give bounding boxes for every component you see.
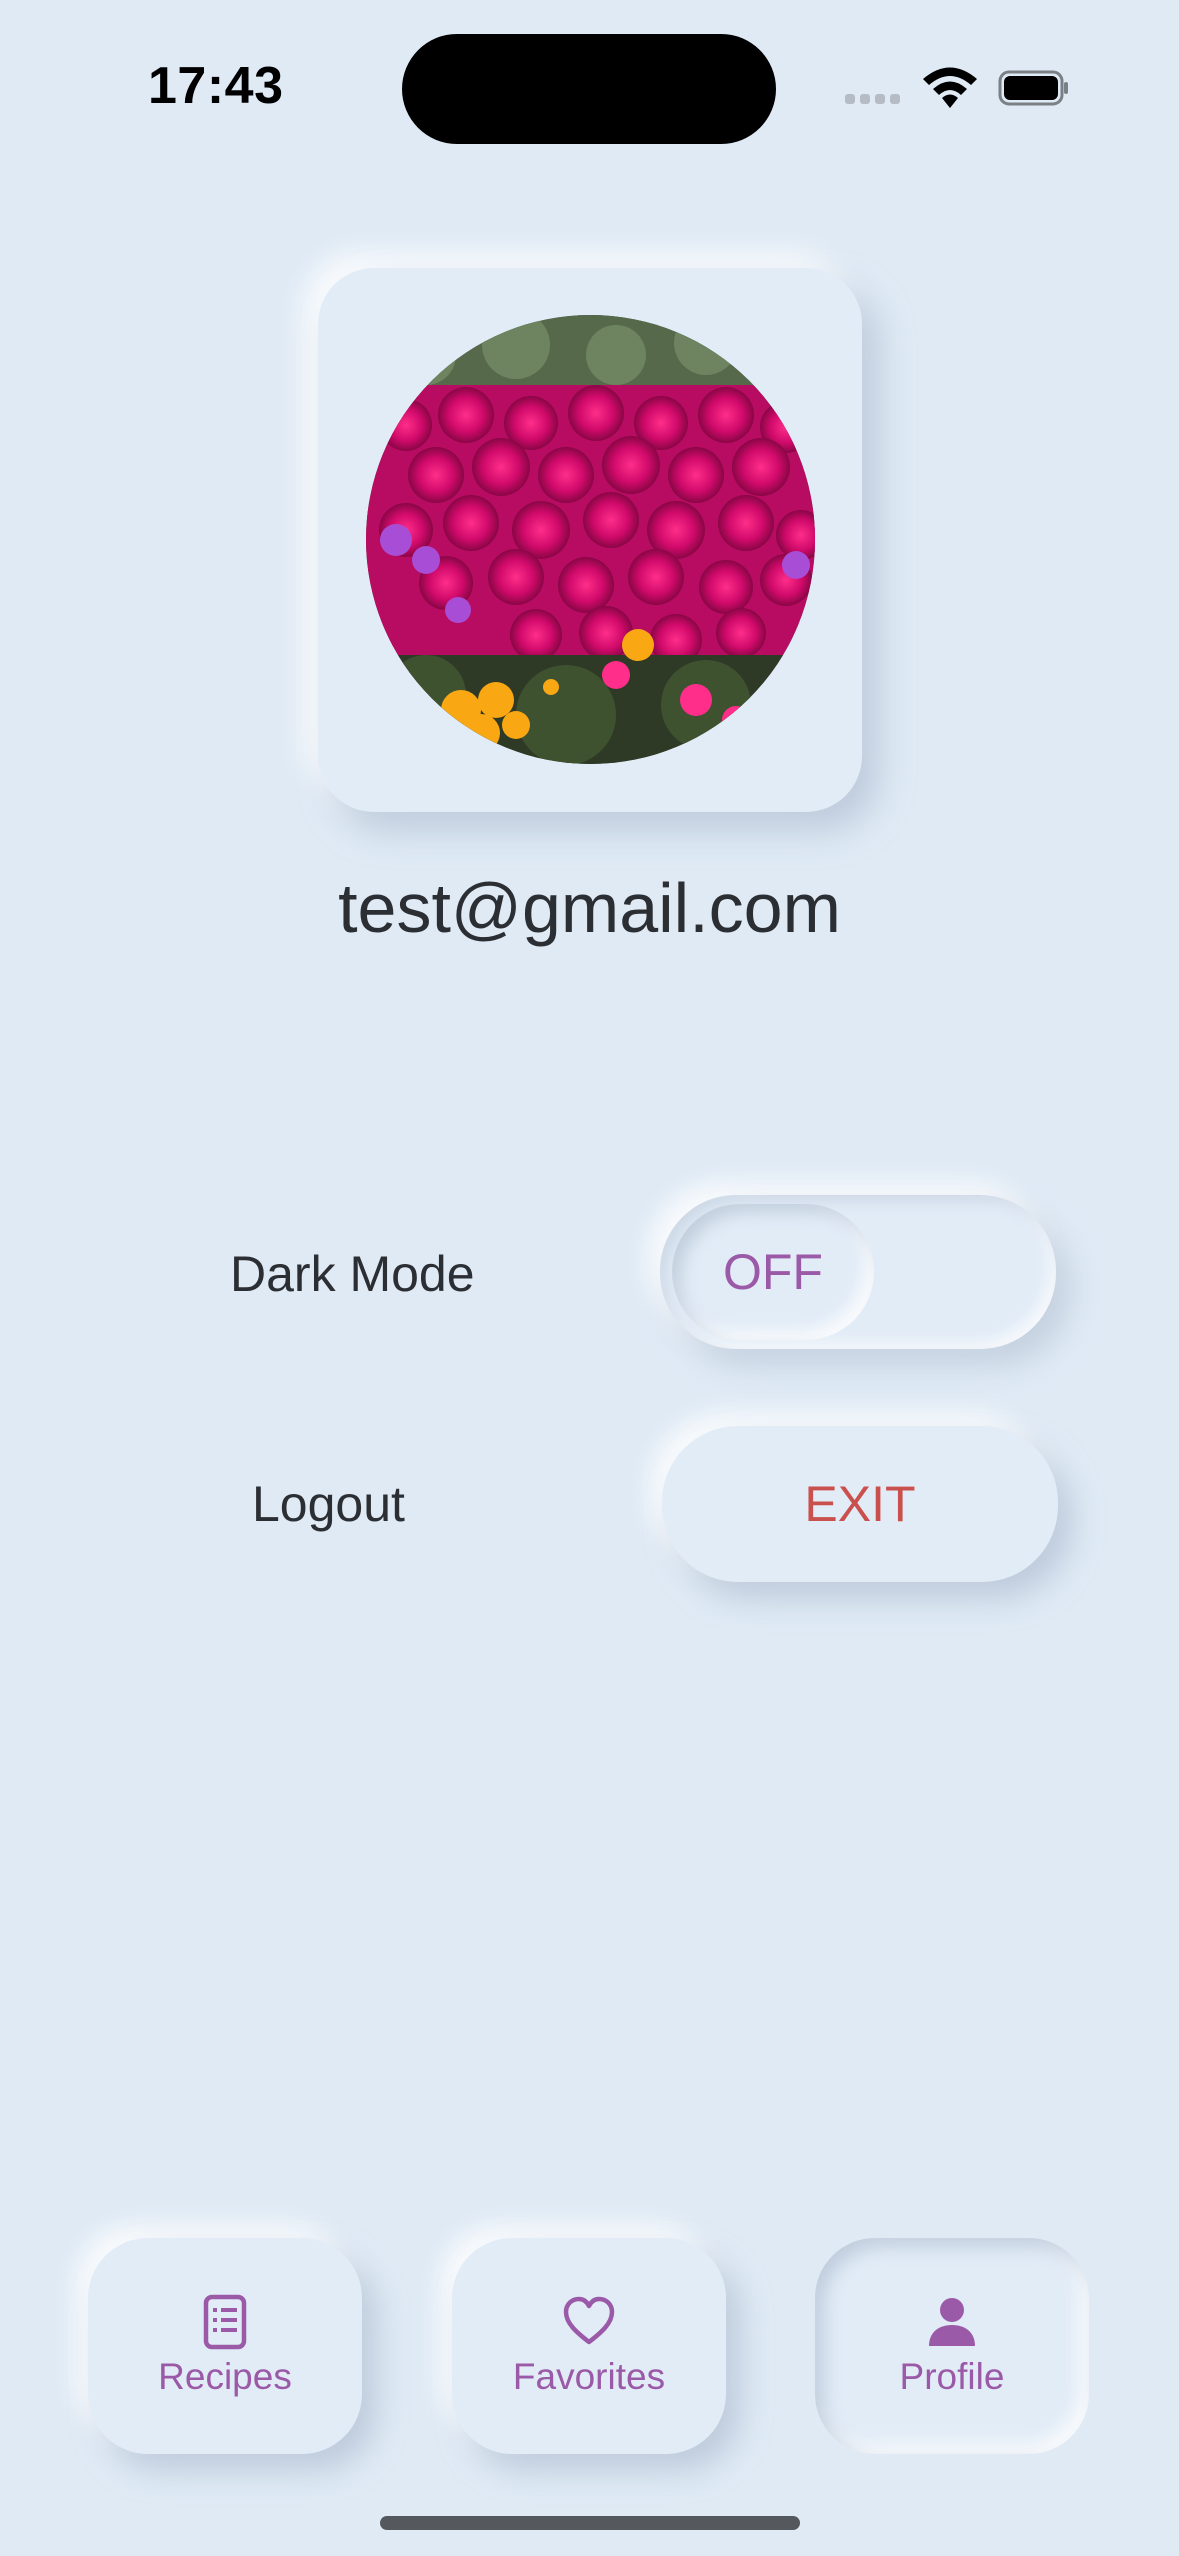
user-email: test@gmail.com <box>338 869 841 947</box>
avatar-card[interactable] <box>318 268 862 812</box>
dynamic-island <box>402 34 776 144</box>
person-icon <box>929 2298 975 2346</box>
tab-favorites[interactable]: Favorites <box>452 2238 726 2454</box>
home-indicator[interactable] <box>380 2516 800 2530</box>
tab-recipes-label: Recipes <box>158 2356 292 2397</box>
tab-profile-label: Profile <box>899 2356 1005 2397</box>
dark-mode-label: Dark Mode <box>230 1246 475 1302</box>
cellular-signal-icon <box>845 94 900 104</box>
tab-recipes[interactable]: Recipes <box>88 2238 362 2454</box>
exit-button[interactable]: EXIT <box>662 1426 1058 1582</box>
recipe-book-icon <box>203 2294 247 2350</box>
tab-profile[interactable]: Profile <box>815 2238 1089 2454</box>
heart-icon <box>563 2296 615 2345</box>
logout-label: Logout <box>252 1476 405 1532</box>
flower-photo-icon <box>366 315 815 764</box>
dark-mode-toggle[interactable]: OFF <box>660 1195 1056 1349</box>
toggle-thumb[interactable]: OFF <box>672 1204 874 1340</box>
status-time: 17:43 <box>148 57 284 115</box>
wifi-icon <box>923 67 977 108</box>
battery-icon <box>998 70 1068 106</box>
tab-favorites-label: Favorites <box>512 2356 666 2397</box>
avatar[interactable] <box>366 315 815 764</box>
